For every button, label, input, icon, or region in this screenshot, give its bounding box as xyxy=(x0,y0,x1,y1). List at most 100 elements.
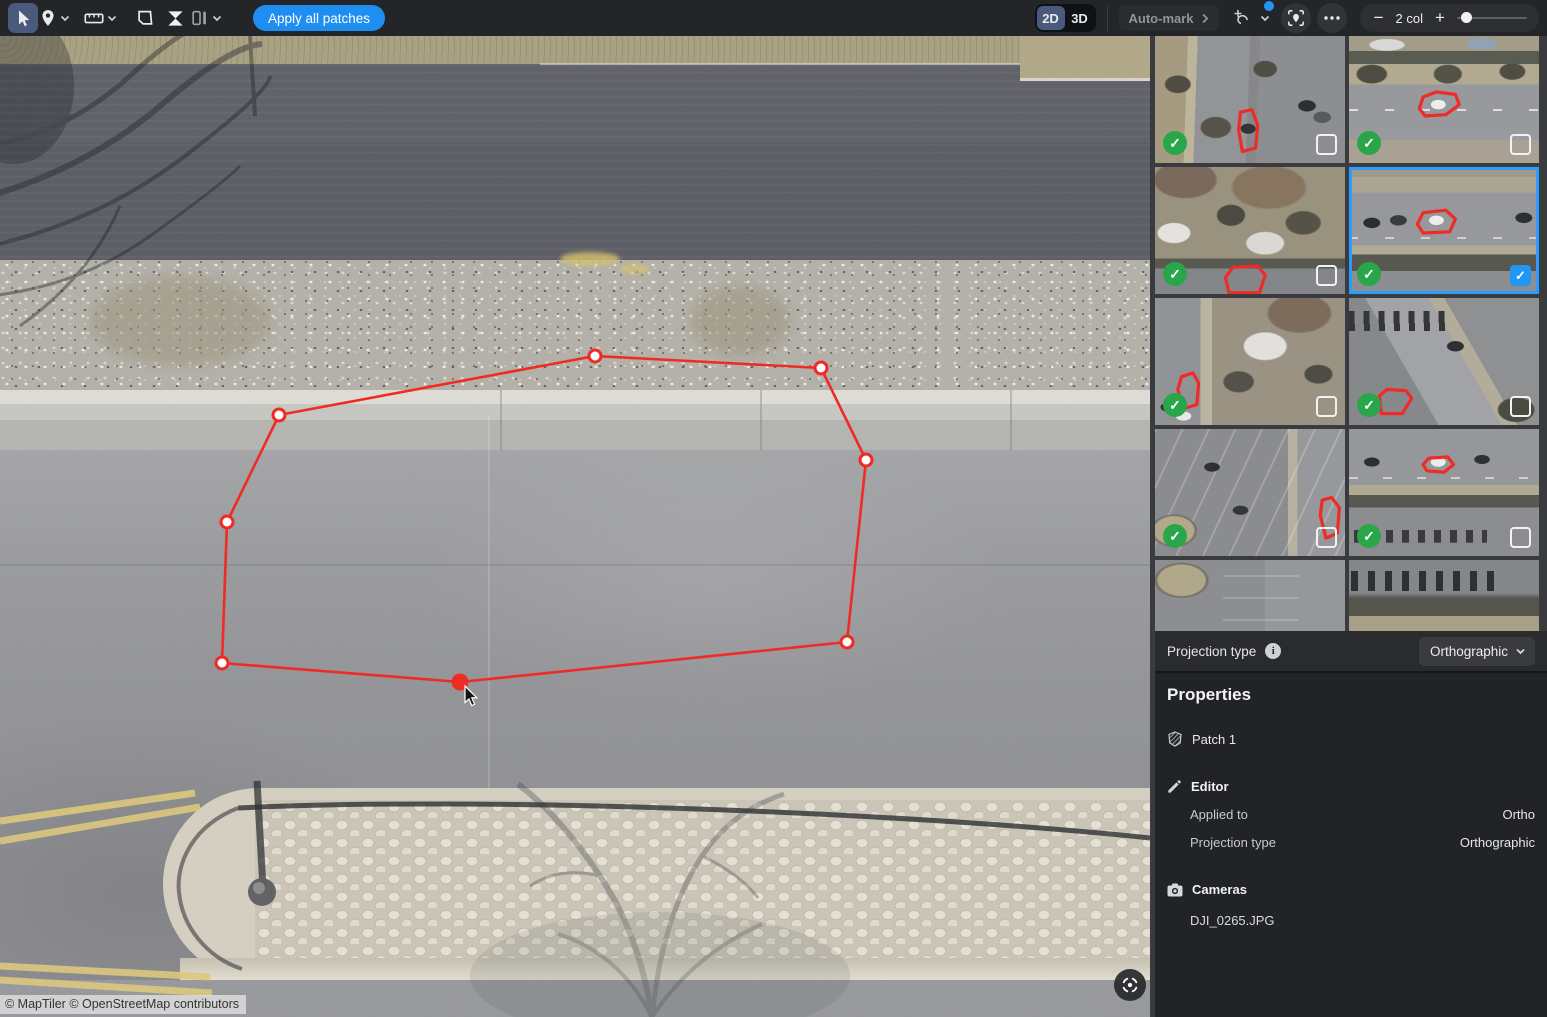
thumbnail-checkbox[interactable] xyxy=(1510,396,1531,417)
chevron-right-icon xyxy=(1201,13,1209,24)
pole-shadow xyxy=(257,781,263,888)
cameras-section-header: Cameras xyxy=(1167,882,1535,897)
viewfinder-icon xyxy=(1121,976,1139,994)
projection-type-value: Orthographic xyxy=(1430,644,1508,659)
cursor-icon xyxy=(13,8,33,28)
compare-tool-button[interactable] xyxy=(190,8,222,28)
vertex-handle[interactable] xyxy=(273,409,285,421)
properties-title: Properties xyxy=(1167,685,1535,705)
property-value: Ortho xyxy=(1502,807,1535,822)
property-value: Orthographic xyxy=(1460,835,1535,850)
approved-check-icon: ✓ xyxy=(1357,524,1381,548)
map-attribution: © MapTiler © OpenStreetMap contributors xyxy=(0,995,246,1014)
approved-check-icon: ✓ xyxy=(1357,131,1381,155)
properties-section: Properties Patch 1 xyxy=(1155,673,1547,928)
view-mode-toggle: 2D 3D xyxy=(1035,4,1096,32)
thumbnail[interactable]: ✓ xyxy=(1349,560,1539,631)
pencil-icon xyxy=(1167,779,1182,794)
mouse-cursor xyxy=(465,686,477,706)
patch-name: Patch 1 xyxy=(1192,732,1236,747)
thumbnail-checkbox[interactable] xyxy=(1316,396,1337,417)
columns-count-label: 2 col xyxy=(1396,11,1423,26)
ellipsis-icon xyxy=(1324,16,1340,20)
mask-icon xyxy=(166,9,185,28)
marker-tool-button[interactable] xyxy=(38,8,70,28)
notification-dot xyxy=(1264,1,1274,11)
aerial-photo xyxy=(1155,560,1345,631)
annotation-overlay[interactable] xyxy=(0,36,1150,1017)
thumbnail-size-slider[interactable] xyxy=(1457,11,1527,25)
more-options-button[interactable] xyxy=(1317,3,1347,33)
vertex-handle[interactable] xyxy=(589,350,601,362)
thumbnail-checkbox[interactable] xyxy=(1316,527,1337,548)
property-label: Applied to xyxy=(1190,807,1248,822)
trash-can-lid xyxy=(253,882,265,894)
thumbnail[interactable]: ✓ xyxy=(1155,167,1345,294)
thumbnail[interactable]: ✓ xyxy=(1155,560,1345,631)
thumbnail-checkbox[interactable] xyxy=(1316,265,1337,286)
patch-polygon[interactable] xyxy=(216,350,872,691)
patch-tool-button[interactable] xyxy=(130,3,160,33)
thumbnail-grid: ✓ ✓ ✓ ✓ ✓ ✓ ✓ xyxy=(1155,36,1547,631)
columns-increase-button[interactable]: + xyxy=(1433,8,1447,28)
projection-type-label: Projection type xyxy=(1167,644,1256,659)
automark-button[interactable]: Auto-mark xyxy=(1119,5,1219,31)
thumbnail[interactable]: ✓ xyxy=(1349,298,1539,425)
toolbar: Apply all patches 2D 3D Auto-mark xyxy=(0,0,1547,36)
tree-shadow-topleft xyxy=(0,36,270,326)
apply-all-patches-button[interactable]: Apply all patches xyxy=(253,5,385,31)
projection-type-bar: Projection type i Orthographic xyxy=(1155,631,1547,673)
thumbnail[interactable]: ✓ xyxy=(1155,298,1345,425)
add-link-icon xyxy=(1233,8,1259,28)
patch-hatch-icon xyxy=(1167,731,1183,747)
view-3d-button[interactable]: 3D xyxy=(1066,6,1094,30)
vertex-handle[interactable] xyxy=(216,657,228,669)
thumbnail-checkbox[interactable] xyxy=(1510,527,1531,548)
add-link-button[interactable] xyxy=(1231,4,1272,32)
select-tool-button[interactable] xyxy=(8,3,38,33)
aerial-photo xyxy=(1349,560,1539,631)
mask-tool-button[interactable] xyxy=(160,3,190,33)
columns-decrease-button[interactable]: − xyxy=(1372,8,1386,28)
chevron-down-icon xyxy=(1260,15,1270,22)
side-panel: ✓ ✓ ✓ ✓ ✓ ✓ ✓ xyxy=(1150,36,1547,1017)
thumbnail[interactable]: ✓ ✓ xyxy=(1349,167,1539,294)
projection-type-dropdown[interactable]: Orthographic xyxy=(1419,637,1535,666)
recenter-button[interactable] xyxy=(1114,969,1146,1001)
chevron-down-icon xyxy=(107,15,117,22)
tree-shadow-bottom xyxy=(470,784,850,1017)
approved-check-icon: ✓ xyxy=(1163,393,1187,417)
chevron-down-icon xyxy=(60,15,70,22)
vertex-handle[interactable] xyxy=(860,454,872,466)
cameras-title: Cameras xyxy=(1192,882,1247,897)
automark-label: Auto-mark xyxy=(1129,11,1194,26)
approved-check-icon: ✓ xyxy=(1357,393,1381,417)
thumbnail[interactable]: ✓ xyxy=(1349,429,1539,556)
camera-file-item[interactable]: DJI_0265.JPG xyxy=(1190,913,1535,928)
measure-tool-button[interactable] xyxy=(83,8,117,28)
toolbar-divider xyxy=(1107,5,1108,31)
patch-list-item[interactable]: Patch 1 xyxy=(1167,731,1535,747)
thumbnail[interactable]: ✓ xyxy=(1155,429,1345,556)
slider-knob[interactable] xyxy=(1461,12,1472,23)
thumbnail-checkbox[interactable]: ✓ xyxy=(1510,265,1531,286)
thumbnail-checkbox[interactable] xyxy=(1316,134,1337,155)
approved-check-icon: ✓ xyxy=(1357,262,1381,286)
automark-scan-button[interactable] xyxy=(1281,3,1311,33)
vertex-handle[interactable] xyxy=(221,516,233,528)
ruler-icon xyxy=(83,8,105,28)
thumbnail[interactable]: ✓ xyxy=(1349,36,1539,163)
chevron-down-icon xyxy=(212,15,222,22)
thumbnail[interactable]: ✓ xyxy=(1155,36,1345,163)
view-2d-button[interactable]: 2D xyxy=(1037,6,1065,30)
thumbnail-checkbox[interactable] xyxy=(1510,134,1531,155)
property-row: Projection type Orthographic xyxy=(1190,835,1535,850)
thumbnail-zoom-control: − 2 col + xyxy=(1360,4,1539,32)
vertex-handle[interactable] xyxy=(815,362,827,374)
map-canvas[interactable]: © MapTiler © OpenStreetMap contributors xyxy=(0,36,1150,1017)
approved-check-icon: ✓ xyxy=(1163,524,1187,548)
vertex-handle[interactable] xyxy=(841,636,853,648)
patch-editor-app: Apply all patches 2D 3D Auto-mark xyxy=(0,0,1547,1017)
split-view-icon xyxy=(190,8,210,28)
info-icon[interactable]: i xyxy=(1265,643,1281,659)
